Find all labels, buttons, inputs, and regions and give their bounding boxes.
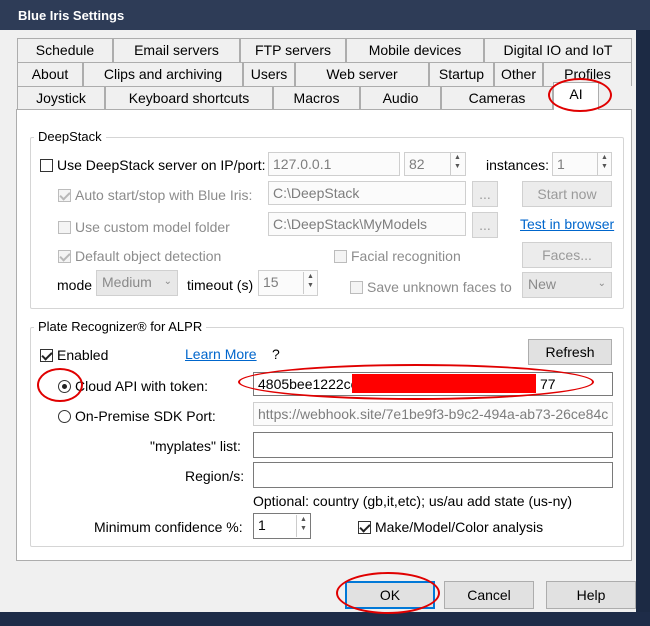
region-field[interactable] bbox=[253, 462, 613, 488]
spin-down-icon[interactable]: ▼ bbox=[297, 524, 310, 533]
ok-button[interactable]: OK bbox=[345, 581, 435, 609]
cloud-api-option[interactable]: Cloud API with token: bbox=[58, 378, 208, 394]
on-premise-radio[interactable] bbox=[58, 410, 71, 423]
tab-web-server[interactable]: Web server bbox=[295, 62, 429, 86]
tab-schedule[interactable]: Schedule bbox=[17, 38, 113, 62]
deepstack-path-field[interactable]: C:\DeepStack bbox=[268, 181, 466, 205]
custom-model-checkbox[interactable] bbox=[58, 221, 71, 234]
browse-model-button[interactable]: ... bbox=[472, 212, 498, 238]
save-unknown-option[interactable]: Save unknown faces to bbox=[350, 279, 512, 295]
desktop-background-strip bbox=[0, 612, 650, 626]
tab-ai[interactable]: AI bbox=[553, 82, 599, 110]
region-label: Region/s: bbox=[185, 468, 245, 484]
instances-spinner[interactable]: ▲ ▼ bbox=[597, 153, 611, 175]
tab-digital-io[interactable]: Digital IO and IoT bbox=[484, 38, 632, 62]
mode-dropdown[interactable]: Medium ⌄ bbox=[96, 270, 178, 296]
spin-down-icon[interactable]: ▼ bbox=[598, 162, 611, 171]
timeout-label: timeout (s) bbox=[187, 277, 254, 293]
tab-users[interactable]: Users bbox=[243, 62, 295, 86]
on-premise-url-field[interactable]: https://webhook.site/7e1be9f3-b9c2-494a-… bbox=[253, 402, 613, 426]
refresh-button[interactable]: Refresh bbox=[528, 339, 612, 365]
spin-up-icon[interactable]: ▲ bbox=[297, 515, 310, 524]
save-unknown-dropdown[interactable]: New ⌄ bbox=[522, 272, 612, 298]
start-now-button[interactable]: Start now bbox=[522, 181, 612, 207]
test-in-browser-link[interactable]: Test in browser bbox=[520, 216, 614, 232]
plate-group-title: Plate Recognizer® for ALPR bbox=[34, 319, 207, 334]
spin-up-icon[interactable]: ▲ bbox=[598, 153, 611, 162]
tab-about[interactable]: About bbox=[17, 62, 83, 86]
tab-clips-archiving[interactable]: Clips and archiving bbox=[83, 62, 243, 86]
faces-button[interactable]: Faces... bbox=[522, 242, 612, 268]
custom-model-option[interactable]: Use custom model folder bbox=[58, 219, 230, 235]
spin-down-icon[interactable]: ▼ bbox=[451, 162, 464, 171]
use-deepstack-checkbox[interactable] bbox=[40, 159, 53, 172]
help-button[interactable]: Help bbox=[546, 581, 636, 609]
model-path-field[interactable]: C:\DeepStack\MyModels bbox=[268, 212, 466, 236]
save-unknown-checkbox[interactable] bbox=[350, 281, 363, 294]
auto-start-checkbox[interactable] bbox=[58, 189, 71, 202]
facial-recognition-option[interactable]: Facial recognition bbox=[334, 248, 461, 264]
help-question-mark[interactable]: ? bbox=[272, 346, 280, 362]
enabled-option[interactable]: Enabled bbox=[40, 347, 108, 363]
learn-more-link[interactable]: Learn More bbox=[185, 346, 257, 362]
auto-start-option[interactable]: Auto start/stop with Blue Iris: bbox=[58, 187, 252, 203]
enabled-checkbox[interactable] bbox=[40, 349, 53, 362]
browse-path-button[interactable]: ... bbox=[472, 181, 498, 207]
cloud-api-radio[interactable] bbox=[58, 380, 71, 393]
tab-keyboard-shortcuts[interactable]: Keyboard shortcuts bbox=[105, 86, 273, 110]
deepstack-ip-field[interactable]: 127.0.0.1 bbox=[268, 152, 400, 176]
timeout-spinner[interactable]: ▲ ▼ bbox=[303, 272, 317, 294]
spin-down-icon[interactable]: ▼ bbox=[304, 281, 317, 290]
use-deepstack-option[interactable]: Use DeepStack server on IP/port: bbox=[40, 157, 266, 173]
tab-cameras[interactable]: Cameras bbox=[441, 86, 553, 110]
tab-mobile-devices[interactable]: Mobile devices bbox=[346, 38, 484, 62]
make-model-color-option[interactable]: Make/Model/Color analysis bbox=[358, 519, 543, 535]
default-detection-checkbox[interactable] bbox=[58, 250, 71, 263]
myplates-field[interactable] bbox=[253, 432, 613, 458]
tab-audio[interactable]: Audio bbox=[360, 86, 441, 110]
chevron-down-icon: ⌄ bbox=[163, 276, 172, 287]
min-confidence-spinner[interactable]: ▲ ▼ bbox=[296, 515, 310, 537]
spin-up-icon[interactable]: ▲ bbox=[451, 153, 464, 162]
myplates-label: "myplates" list: bbox=[150, 438, 241, 454]
window-title: Blue Iris Settings bbox=[18, 8, 125, 23]
redaction-bar bbox=[352, 374, 536, 393]
tab-macros[interactable]: Macros bbox=[273, 86, 360, 110]
min-confidence-label: Minimum confidence %: bbox=[94, 519, 243, 535]
tab-other[interactable]: Other bbox=[494, 62, 543, 86]
spin-up-icon[interactable]: ▲ bbox=[304, 272, 317, 281]
tab-startup[interactable]: Startup bbox=[429, 62, 494, 86]
chevron-down-icon: ⌄ bbox=[597, 278, 606, 289]
tab-email-servers[interactable]: Email servers bbox=[113, 38, 240, 62]
make-model-color-checkbox[interactable] bbox=[358, 521, 371, 534]
title-bar: Blue Iris Settings bbox=[0, 0, 650, 30]
tab-ftp-servers[interactable]: FTP servers bbox=[240, 38, 346, 62]
deepstack-group-title: DeepStack bbox=[34, 129, 106, 144]
mode-label: mode bbox=[57, 277, 93, 293]
background-strip bbox=[636, 30, 650, 626]
on-premise-option[interactable]: On-Premise SDK Port: bbox=[58, 408, 216, 424]
tab-joystick[interactable]: Joystick bbox=[17, 86, 105, 110]
default-detection-option[interactable]: Default object detection bbox=[58, 248, 221, 264]
instances-label: instances: bbox=[486, 157, 550, 173]
region-hint: Optional: country (gb,it,etc); us/au add… bbox=[253, 493, 573, 509]
facial-recognition-checkbox[interactable] bbox=[334, 250, 347, 263]
cancel-button[interactable]: Cancel bbox=[444, 581, 534, 609]
port-spinner[interactable]: ▲ ▼ bbox=[450, 153, 464, 175]
